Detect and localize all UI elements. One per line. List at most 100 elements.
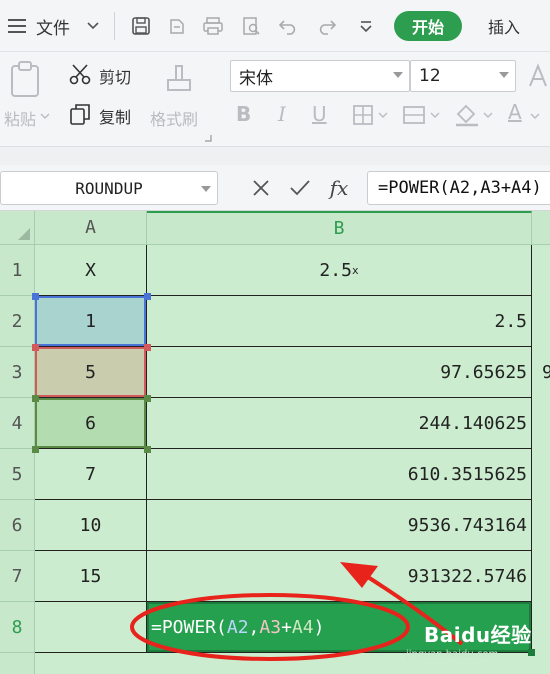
cell-b7[interactable]: 931322.5746 <box>147 551 532 602</box>
cell-b4[interactable]: 244.140625 <box>147 398 532 449</box>
confirm-formula-icon[interactable] <box>285 171 315 205</box>
ref-handle-a3-tl[interactable] <box>32 344 39 351</box>
cell-b3[interactable]: 97.65625 <box>147 347 532 398</box>
tab-start[interactable]: 开始 <box>394 11 462 41</box>
font-color-button[interactable]: A <box>508 100 522 124</box>
column-header-b[interactable]: B <box>147 211 532 245</box>
print-icon[interactable] <box>199 0 227 52</box>
cell-a7[interactable]: 15 <box>35 551 147 602</box>
tab-insert[interactable]: 插入 <box>476 0 532 52</box>
column-header-a[interactable]: A <box>35 211 147 245</box>
paste-dropdown-icon[interactable] <box>40 112 50 120</box>
undo-icon[interactable] <box>275 0 303 52</box>
file-menu[interactable]: 文件 <box>36 0 70 52</box>
formula-input[interactable]: =POWER(A2,A3+A4) <box>367 171 550 205</box>
cell-a1[interactable]: X <box>35 245 147 296</box>
ref-handle-a2-tr[interactable] <box>144 293 151 300</box>
paste-button-label[interactable]: 粘贴 <box>4 106 36 130</box>
cell-a6[interactable]: 10 <box>35 500 147 551</box>
chevron-down-icon <box>499 72 509 78</box>
select-all-icon <box>18 228 30 240</box>
save-icon[interactable] <box>127 0 155 52</box>
formula-plus: + <box>281 616 292 638</box>
cell-a5[interactable]: 7 <box>35 449 147 500</box>
formula-bar: ROUNDUP fx =POWER(A2,A3+A4) <box>0 165 550 211</box>
insert-function-button[interactable]: fx <box>324 171 354 205</box>
formula-prefix: =POWER( <box>151 616 227 638</box>
watermark-brand: Baidu经验 <box>424 623 532 647</box>
row-header-5[interactable]: 5 <box>0 449 35 500</box>
row-header-7[interactable]: 7 <box>0 551 35 602</box>
spreadsheet-grid: A B 1 2 3 4 5 6 7 8 X 2.5 x 1 2.5 5 97.65… <box>0 211 550 674</box>
fill-handle[interactable] <box>528 649 535 656</box>
font-size-select[interactable]: 12 <box>410 60 516 92</box>
merge-cells-icon[interactable] <box>402 104 442 126</box>
row-header-2[interactable]: 2 <box>0 296 35 347</box>
cell-b1-exponent: x <box>351 263 359 277</box>
print-preview-icon[interactable] <box>237 0 265 52</box>
ribbon-toolbar: 粘贴 剪切 复制 格式刷 宋体 12 B I U A <box>0 52 550 147</box>
cut-icon[interactable] <box>68 62 92 86</box>
menu-bar: 文件 开始 插入 <box>0 0 550 52</box>
ref-handle-a4-tr[interactable] <box>144 395 151 402</box>
cell-c3[interactable]: 9 <box>532 347 550 398</box>
copy-button[interactable]: 复制 <box>99 104 131 128</box>
font-name-select[interactable]: 宋体 <box>230 60 410 92</box>
chevron-down-icon <box>393 72 403 78</box>
formula-ref-a4: A4 <box>291 616 314 638</box>
name-box-value: ROUNDUP <box>75 178 143 198</box>
ref-handle-a4-bl[interactable] <box>32 446 39 453</box>
cell-a8[interactable] <box>35 602 147 653</box>
watermark-url: jingyan.baidu.com <box>406 649 499 660</box>
cell-a4[interactable]: 6 <box>35 398 147 449</box>
column-header-c[interactable] <box>532 211 550 245</box>
font-color-dropdown-icon[interactable] <box>530 112 540 120</box>
row-header-8[interactable]: 8 <box>0 602 35 653</box>
export-icon[interactable] <box>163 0 191 52</box>
fill-color-icon[interactable] <box>454 102 496 128</box>
ref-handle-a4-tl[interactable] <box>32 395 39 402</box>
cell-b1-base: 2.5 <box>319 259 352 281</box>
underline-button[interactable]: U <box>312 102 327 126</box>
baidu-watermark: Baidu经验 jingyan.baidu.com <box>406 619 532 660</box>
italic-button[interactable]: I <box>278 102 286 126</box>
cell-a2[interactable]: 1 <box>35 296 147 347</box>
row-header-6[interactable]: 6 <box>0 500 35 551</box>
paste-icon[interactable] <box>8 60 44 98</box>
redo-icon[interactable] <box>312 0 340 52</box>
cell-b2[interactable]: 2.5 <box>147 296 532 347</box>
ref-handle-a2-tl[interactable] <box>32 293 39 300</box>
format-painter-icon[interactable] <box>164 62 194 96</box>
ref-handle-a4-br[interactable] <box>144 446 151 453</box>
divider <box>114 12 115 40</box>
row-header-9[interactable] <box>0 653 35 674</box>
borders-icon[interactable] <box>352 104 392 126</box>
formula-suffix: ) <box>313 616 325 638</box>
cell-b6[interactable]: 9536.743164 <box>147 500 532 551</box>
cut-button[interactable]: 剪切 <box>99 64 131 88</box>
select-all-corner[interactable] <box>0 211 35 245</box>
cell-b1[interactable]: 2.5 x <box>147 245 532 296</box>
row-header-3[interactable]: 3 <box>0 347 35 398</box>
formula-comma: , <box>248 616 260 638</box>
copy-icon[interactable] <box>68 102 92 126</box>
cell-a3[interactable]: 5 <box>35 347 147 398</box>
name-box[interactable]: ROUNDUP <box>0 171 218 205</box>
font-size-value: 12 <box>419 66 441 86</box>
bold-button[interactable]: B <box>236 102 251 126</box>
formula-ref-a3: A3 <box>259 616 282 638</box>
format-painter-button[interactable]: 格式刷 <box>150 106 198 130</box>
cell-b5[interactable]: 610.3515625 <box>147 449 532 500</box>
cancel-formula-icon[interactable] <box>246 171 276 205</box>
customize-toolbar-icon[interactable] <box>352 0 380 52</box>
increase-font-icon[interactable] <box>528 62 550 88</box>
ref-handle-a3-tr[interactable] <box>144 344 151 351</box>
row-header-4[interactable]: 4 <box>0 398 35 449</box>
clipboard-launcher-icon[interactable] <box>204 134 212 142</box>
row-header-1[interactable]: 1 <box>0 245 35 296</box>
formula-ref-a2: A2 <box>226 616 249 638</box>
ribbon-spacer <box>0 147 550 165</box>
hamburger-menu-icon[interactable] <box>6 0 28 52</box>
chevron-down-icon <box>201 186 211 192</box>
file-menu-chevron-icon[interactable] <box>84 0 102 52</box>
